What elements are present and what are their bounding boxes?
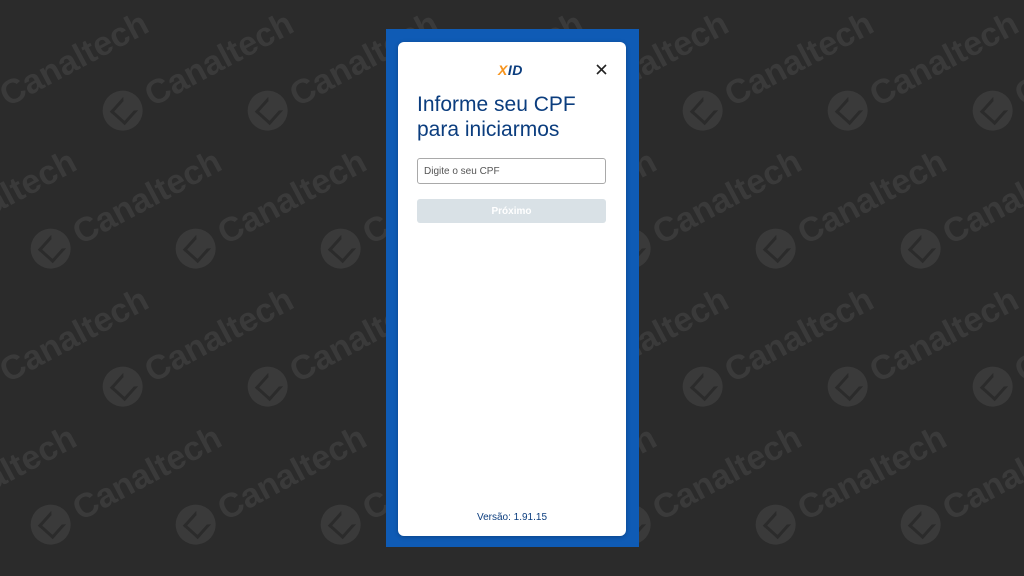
watermark-text: Canaltech — [0, 3, 155, 114]
watermark: Canaltech — [0, 418, 83, 552]
watermark-text: Canaltech — [646, 141, 808, 252]
watermark-logo-icon — [0, 359, 5, 414]
watermark-logo-icon — [313, 221, 368, 276]
watermark-logo-icon — [820, 83, 875, 138]
watermark: Canaltech — [820, 279, 1024, 414]
watermark: Canaltech — [965, 3, 1024, 138]
watermark: Canaltech — [23, 417, 229, 552]
watermark-text: Canaltech — [791, 141, 953, 252]
page-title: Informe seu CPF para iniciarmos — [417, 92, 612, 142]
watermark-logo-icon — [965, 359, 1020, 414]
watermark-text: Canaltech — [863, 3, 1024, 114]
watermark: Canaltech — [675, 279, 881, 414]
watermark-logo-icon — [748, 221, 803, 276]
watermark-logo-icon — [820, 359, 875, 414]
watermark-text: Canaltech — [1008, 3, 1024, 114]
watermark-logo-icon — [313, 497, 368, 552]
watermark: Canaltech — [168, 141, 374, 276]
watermark: Canaltech — [23, 141, 229, 276]
watermark-logo-icon — [168, 497, 223, 552]
watermark-logo-icon — [23, 221, 78, 276]
watermark-logo-icon — [95, 83, 150, 138]
watermark: Canaltech — [0, 142, 83, 276]
watermark: Canaltech — [748, 141, 954, 276]
next-button[interactable]: Próximo — [417, 199, 606, 223]
logo-id-text: ID — [507, 62, 523, 78]
watermark: Canaltech — [748, 417, 954, 552]
close-button[interactable] — [592, 60, 610, 78]
watermark-logo-icon — [240, 83, 295, 138]
watermark-logo-icon — [0, 83, 5, 138]
watermark: Canaltech — [820, 3, 1024, 138]
watermark-text: Canaltech — [1008, 279, 1024, 390]
watermark: Canaltech — [95, 279, 301, 414]
watermark: Canaltech — [893, 417, 1024, 552]
watermark: Canaltech — [893, 141, 1024, 276]
watermark: Canaltech — [965, 279, 1024, 414]
title-line-1: Informe seu CPF — [417, 93, 576, 116]
watermark-logo-icon — [675, 359, 730, 414]
watermark: Canaltech — [95, 3, 301, 138]
watermark-text: Canaltech — [0, 279, 155, 390]
watermark-text: Canaltech — [936, 141, 1024, 252]
watermark-text: Canaltech — [646, 417, 808, 528]
watermark-text: Canaltech — [0, 141, 83, 252]
xid-logo: XID — [498, 62, 523, 78]
watermark-logo-icon — [240, 359, 295, 414]
watermark-text: Canaltech — [791, 417, 953, 528]
close-icon — [595, 63, 607, 75]
version-text: Versão: 1.91.15 — [476, 512, 548, 523]
watermark-text: Canaltech — [66, 141, 228, 252]
login-card: XID Informe seu CPF para iniciarmos Próx… — [398, 42, 626, 536]
watermark-logo-icon — [748, 497, 803, 552]
watermark-text: Canaltech — [66, 417, 228, 528]
watermark: Canaltech — [0, 4, 155, 138]
watermark: Canaltech — [675, 3, 881, 138]
cpf-input[interactable] — [417, 158, 606, 184]
watermark-logo-icon — [965, 83, 1020, 138]
watermark-text: Canaltech — [211, 141, 373, 252]
logo-x-mark: X — [498, 62, 508, 78]
watermark-text: Canaltech — [863, 279, 1024, 390]
watermark-text: Canaltech — [718, 3, 880, 114]
watermark-logo-icon — [675, 83, 730, 138]
watermark-text: Canaltech — [718, 279, 880, 390]
title-line-2: para iniciarmos — [417, 118, 560, 141]
watermark: Canaltech — [168, 417, 374, 552]
watermark-logo-icon — [23, 497, 78, 552]
watermark-logo-icon — [893, 221, 948, 276]
watermark-logo-icon — [893, 497, 948, 552]
watermark-text: Canaltech — [138, 279, 300, 390]
watermark-text: Canaltech — [0, 417, 83, 528]
watermark-text: Canaltech — [211, 417, 373, 528]
watermark: Canaltech — [0, 280, 155, 414]
watermark-text: Canaltech — [138, 3, 300, 114]
watermark-text: Canaltech — [936, 417, 1024, 528]
watermark-logo-icon — [168, 221, 223, 276]
watermark-logo-icon — [95, 359, 150, 414]
